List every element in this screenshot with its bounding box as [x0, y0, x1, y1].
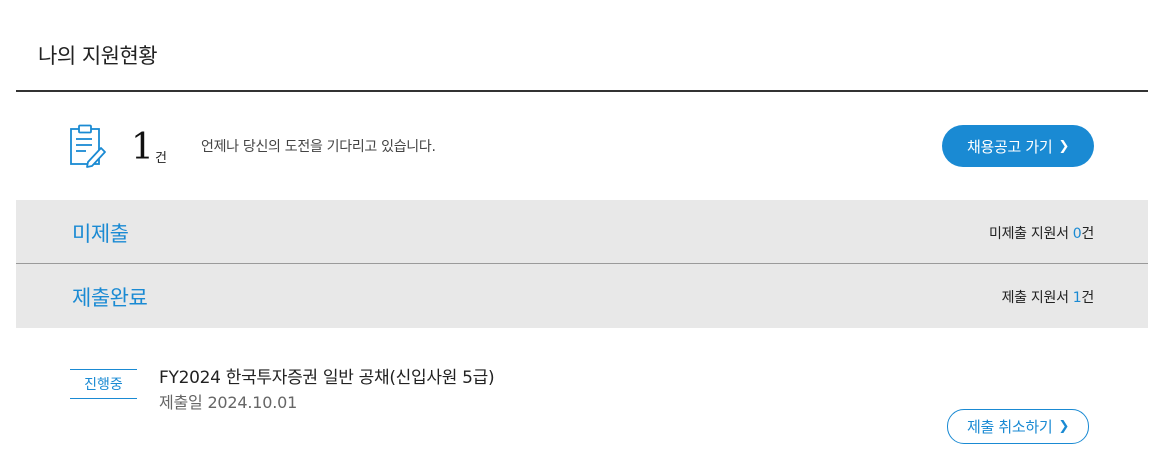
cancel-submission-label: 제출 취소하기 [966, 418, 1053, 436]
section-count: 미제출 지원서 0건 [989, 223, 1094, 243]
page-title: 나의 지원현황 [38, 44, 158, 68]
section-not-submitted[interactable]: 미제출 미제출 지원서 0건 [16, 200, 1148, 264]
section-count: 제출 지원서 1건 [1001, 287, 1095, 307]
section-count-suffix: 건 [1081, 290, 1094, 306]
section-count-suffix: 건 [1081, 226, 1094, 242]
application-item: 진행중 FY2024 한국투자증권 일반 공채(신입사원 5급) 제출일 202… [0, 329, 1166, 474]
section-label: 제출완료 [72, 286, 148, 310]
summary-message: 언제나 당신의 도전을 기다리고 있습니다. [201, 139, 436, 155]
application-count-unit: 건 [155, 151, 167, 166]
submission-date: 제출일 2024.10.01 [159, 393, 298, 412]
section-submitted[interactable]: 제출완료 제출 지원서 1건 [16, 264, 1148, 328]
section-label: 미제출 [72, 222, 129, 246]
clipboard-edit-icon [70, 124, 106, 168]
section-count-prefix: 제출 지원서 [1001, 290, 1073, 306]
go-job-postings-label: 채용공고 가기 [966, 137, 1053, 156]
application-title: FY2024 한국투자증권 일반 공채(신입사원 5급) [159, 368, 495, 388]
go-job-postings-button[interactable]: 채용공고 가기 ❯ [942, 125, 1094, 167]
chevron-right-icon: ❯ [1058, 138, 1070, 154]
status-badge: 진행중 [70, 369, 137, 399]
application-summary: 1 건 언제나 당신의 도전을 기다리고 있습니다. 채용공고 가기 ❯ [0, 92, 1166, 200]
chevron-right-icon: ❯ [1058, 419, 1070, 434]
application-count: 1 [131, 127, 154, 168]
cancel-submission-button[interactable]: 제출 취소하기 ❯ [947, 409, 1089, 444]
section-count-prefix: 미제출 지원서 [989, 226, 1073, 242]
